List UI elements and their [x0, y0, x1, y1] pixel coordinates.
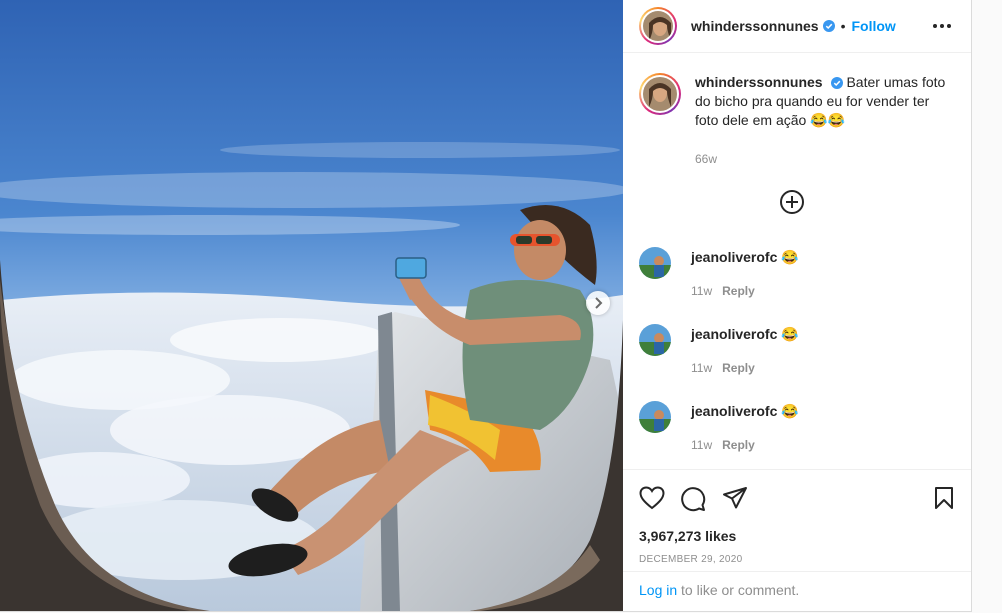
load-more-comments-button[interactable]	[779, 189, 805, 220]
comment-text: 😂	[781, 326, 799, 342]
commenter-avatar[interactable]	[639, 324, 671, 356]
verified-icon	[822, 20, 835, 32]
comment-item: jeanoliverofc 😂 11w Reply	[639, 401, 799, 452]
login-bar: Log in to like or comment.	[623, 571, 971, 611]
post-card: whinderssonnunes • Follow whinderssonnun…	[0, 0, 972, 612]
likes-count[interactable]: 3,967,273 likes	[639, 528, 736, 544]
follow-button[interactable]: Follow	[851, 18, 895, 34]
comment-body: jeanoliverofc 😂 11w Reply	[691, 403, 799, 452]
more-icon	[933, 24, 937, 28]
caption-username[interactable]: whinderssonnunes	[695, 74, 823, 90]
bookmark-icon	[935, 487, 953, 509]
heart-icon	[639, 486, 665, 510]
comment-body: jeanoliverofc 😂 11w Reply	[691, 326, 799, 375]
separator-dot: •	[840, 18, 846, 34]
author-username[interactable]: whinderssonnunes	[691, 18, 819, 34]
comment-button[interactable]	[680, 486, 706, 517]
caption: whinderssonnunes Bater umas foto do bich…	[639, 73, 955, 169]
save-button[interactable]	[933, 486, 955, 515]
commenter-avatar[interactable]	[639, 247, 671, 279]
login-link[interactable]: Log in	[639, 582, 677, 598]
share-icon	[723, 487, 747, 509]
add-comments-icon	[780, 190, 804, 214]
comment-age: 11w	[691, 361, 713, 375]
post-date[interactable]: DECEMBER 29, 2020	[639, 554, 742, 565]
next-photo-button[interactable]	[586, 291, 610, 315]
comment-age: 11w	[691, 438, 713, 452]
reply-button[interactable]: Reply	[722, 284, 755, 298]
author-avatar[interactable]	[639, 7, 677, 45]
photo-scene	[0, 0, 623, 611]
commenter-avatar[interactable]	[639, 401, 671, 433]
action-icons	[639, 486, 955, 512]
comment-item: jeanoliverofc 😂 11w Reply	[639, 324, 799, 375]
author-avatar-image	[643, 11, 673, 41]
comment-text: 😂	[781, 403, 799, 419]
more-options-button[interactable]	[933, 24, 955, 28]
comment-body: jeanoliverofc 😂 11w Reply	[691, 249, 799, 298]
caption-text-block: whinderssonnunes Bater umas foto do bich…	[695, 73, 955, 169]
comment-text: 😂	[781, 249, 799, 265]
post-header: whinderssonnunes • Follow	[623, 0, 971, 53]
next-arrow-icon	[595, 297, 603, 309]
comment-username[interactable]: jeanoliverofc	[691, 326, 777, 342]
comment-age: 11w	[691, 284, 713, 298]
comment-item: jeanoliverofc 😂 11w Reply	[639, 247, 799, 298]
post-side-panel: whinderssonnunes • Follow whinderssonnun…	[623, 0, 971, 611]
caption-author-avatar[interactable]	[639, 73, 681, 115]
caption-age: 66w	[695, 152, 718, 166]
login-suffix: to like or comment.	[677, 582, 800, 598]
post-photo[interactable]	[0, 0, 623, 611]
comment-username[interactable]: jeanoliverofc	[691, 249, 777, 265]
reply-button[interactable]: Reply	[722, 438, 755, 452]
comments-area: whinderssonnunes Bater umas foto do bich…	[623, 53, 971, 469]
comment-icon	[681, 487, 706, 512]
reply-button[interactable]: Reply	[722, 361, 755, 375]
share-button[interactable]	[722, 486, 748, 515]
comment-username[interactable]: jeanoliverofc	[691, 403, 777, 419]
caption-avatar-image	[643, 77, 677, 111]
verified-icon	[830, 77, 843, 89]
like-button[interactable]	[639, 486, 665, 515]
